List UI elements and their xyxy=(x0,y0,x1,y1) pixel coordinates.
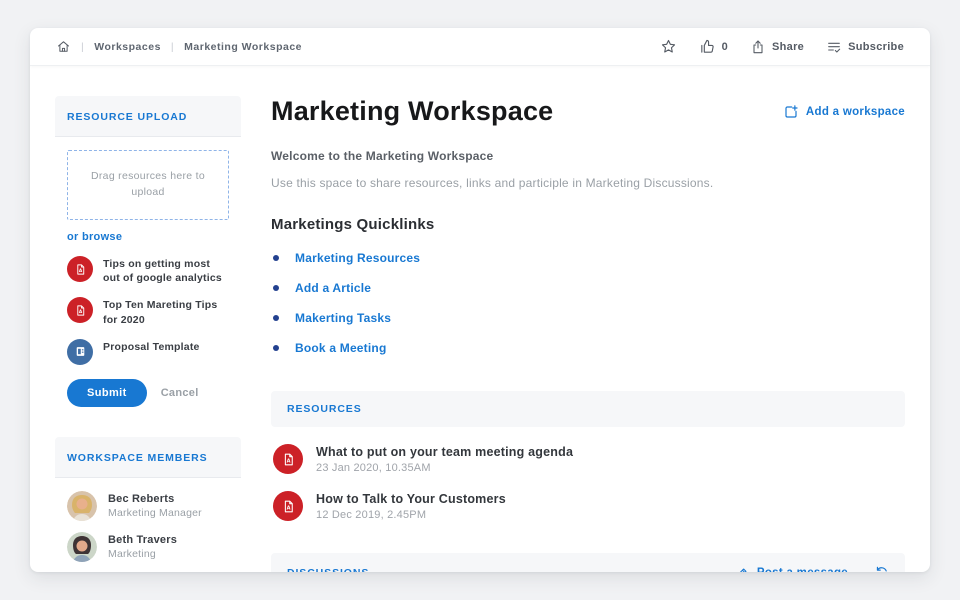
discussions-actions: Post a message xyxy=(735,565,889,572)
content: RESOURCE UPLOAD Drag resources here to u… xyxy=(30,66,930,572)
resources-band: RESOURCES xyxy=(271,391,905,427)
quicklink-row[interactable]: Marketing Resources xyxy=(271,243,905,273)
breadcrumb-current[interactable]: Marketing Workspace xyxy=(184,41,302,53)
member-role: Marketing Manager xyxy=(108,506,202,519)
pdf-file-icon: A xyxy=(67,297,93,324)
member-role: Marketing xyxy=(108,547,156,560)
avatar xyxy=(67,531,97,562)
breadcrumb-workspaces[interactable]: Workspaces xyxy=(94,41,161,53)
bullet-icon xyxy=(273,345,279,351)
file-name: Proposal Template xyxy=(103,340,200,353)
discussions-title: DISCUSSIONS xyxy=(287,567,369,573)
thumbs-up-icon xyxy=(699,38,716,55)
refresh-icon[interactable] xyxy=(874,565,889,572)
svg-text:A: A xyxy=(286,458,290,464)
member-row[interactable]: Bec Reberts Marketing Manager xyxy=(67,490,229,521)
share-icon xyxy=(750,39,766,55)
resource-upload-title: RESOURCE UPLOAD xyxy=(67,111,188,123)
post-message-label: Post a message xyxy=(757,567,848,573)
upload-file-row[interactable]: Proposal Template xyxy=(67,338,229,365)
upload-file-row[interactable]: A Top Ten Mareting Tips for 2020 xyxy=(67,297,229,326)
resource-list: A What to put on your team meeting agend… xyxy=(271,427,905,540)
upload-dropzone[interactable]: Drag resources here to upload xyxy=(67,150,229,220)
resource-upload-body: Drag resources here to upload or browse … xyxy=(55,137,241,417)
member-name: Beth Travers xyxy=(108,533,178,546)
description-text: Use this space to share resources, links… xyxy=(271,176,714,190)
quicklinks-list: Marketing Resources Add a Article Makert… xyxy=(271,243,905,363)
share-label: Share xyxy=(772,40,805,53)
breadcrumb-separator: | xyxy=(81,40,85,53)
quicklink: Book a Meeting xyxy=(295,341,387,355)
svg-text:A: A xyxy=(286,505,290,511)
welcome-text: Welcome to the Marketing Workspace xyxy=(271,149,494,163)
svg-text:A: A xyxy=(78,267,82,273)
resource-upload-header: RESOURCE UPLOAD xyxy=(55,96,241,137)
bullet-icon xyxy=(273,285,279,291)
quicklink: Makerting Tasks xyxy=(295,311,392,325)
quicklink-row[interactable]: Add a Article xyxy=(271,273,905,303)
resource-row[interactable]: A How to Talk to Your Customers 12 Dec 2… xyxy=(273,491,903,521)
star-icon[interactable] xyxy=(660,38,677,55)
quicklink: Add a Article xyxy=(295,281,372,295)
resource-date: 23 Jan 2020, 10.35AM xyxy=(316,461,431,474)
add-workspace-button[interactable]: Add a workspace xyxy=(783,104,905,120)
submit-row: Submit Cancel xyxy=(67,378,229,407)
page-title: Marketing Workspace xyxy=(271,96,554,126)
submit-button[interactable]: Submit xyxy=(67,378,147,407)
bullet-icon xyxy=(273,315,279,321)
breadcrumb-separator: | xyxy=(170,40,175,53)
avatar xyxy=(67,490,97,521)
breadcrumb: | Workspaces | Marketing Workspace xyxy=(56,39,302,54)
pencil-icon xyxy=(735,566,749,572)
member-name: Bec Reberts xyxy=(108,492,175,505)
resource-row[interactable]: A What to put on your team meeting agend… xyxy=(273,444,903,474)
upload-file-row[interactable]: A Tips on getting most out of google ana… xyxy=(67,256,229,285)
workspace-members-header: WORKSPACE MEMBERS xyxy=(55,436,241,478)
resource-name: What to put on your team meeting agenda xyxy=(316,444,574,459)
pdf-file-icon: A xyxy=(273,491,303,521)
browse-link[interactable]: or browse xyxy=(67,231,122,243)
file-name: Top Ten Mareting Tips for 2020 xyxy=(103,299,218,326)
member-row[interactable]: Beth Travers Marketing xyxy=(67,531,229,562)
like-button[interactable]: 0 xyxy=(699,38,728,55)
bullet-icon xyxy=(273,255,279,261)
topbar: | Workspaces | Marketing Workspace 0 Sha… xyxy=(30,28,930,66)
add-workspace-icon xyxy=(783,104,799,120)
dropzone-text: Drag resources here to upload xyxy=(91,170,205,198)
quicklink: Marketing Resources xyxy=(295,251,421,265)
svg-text:A: A xyxy=(78,309,82,315)
quicklink-row[interactable]: Book a Meeting xyxy=(271,333,905,363)
share-button[interactable]: Share xyxy=(750,39,804,55)
resources-title: RESOURCES xyxy=(287,403,362,415)
word-file-icon xyxy=(67,338,93,365)
subscribe-icon xyxy=(826,39,842,55)
subscribe-label: Subscribe xyxy=(848,40,904,53)
pdf-file-icon: A xyxy=(273,444,303,474)
cancel-button[interactable]: Cancel xyxy=(161,387,199,399)
resource-upload-panel: RESOURCE UPLOAD Drag resources here to u… xyxy=(55,96,241,417)
quicklink-row[interactable]: Makerting Tasks xyxy=(271,303,905,333)
workspace-members-title: WORKSPACE MEMBERS xyxy=(67,451,208,464)
resource-name: How to Talk to Your Customers xyxy=(316,491,506,506)
workspace-window: | Workspaces | Marketing Workspace 0 Sha… xyxy=(30,28,930,572)
discussions-band: DISCUSSIONS Post a message xyxy=(271,553,905,572)
workspace-members-panel: WORKSPACE MEMBERS Bec Reberts Marketing … xyxy=(55,436,241,572)
add-workspace-label: Add a workspace xyxy=(805,106,905,118)
pdf-file-icon: A xyxy=(67,256,93,282)
workspace-members-body: Bec Reberts Marketing Manager Beth Trave… xyxy=(55,478,241,572)
resource-date: 12 Dec 2019, 2.45PM xyxy=(316,508,427,521)
quicklinks-title: Marketings Quicklinks xyxy=(271,216,435,233)
subscribe-button[interactable]: Subscribe xyxy=(826,39,904,55)
like-count: 0 xyxy=(721,40,729,53)
file-name: Tips on getting most out of google analy… xyxy=(103,258,222,285)
home-icon[interactable] xyxy=(56,39,71,54)
post-message-button[interactable]: Post a message xyxy=(735,566,848,573)
title-row: Marketing Workspace Add a workspace xyxy=(271,96,905,127)
sidebar: RESOURCE UPLOAD Drag resources here to u… xyxy=(55,96,241,572)
topbar-actions: 0 Share Subscribe xyxy=(660,38,904,55)
main-content: Marketing Workspace Add a workspace Welc… xyxy=(271,96,905,572)
